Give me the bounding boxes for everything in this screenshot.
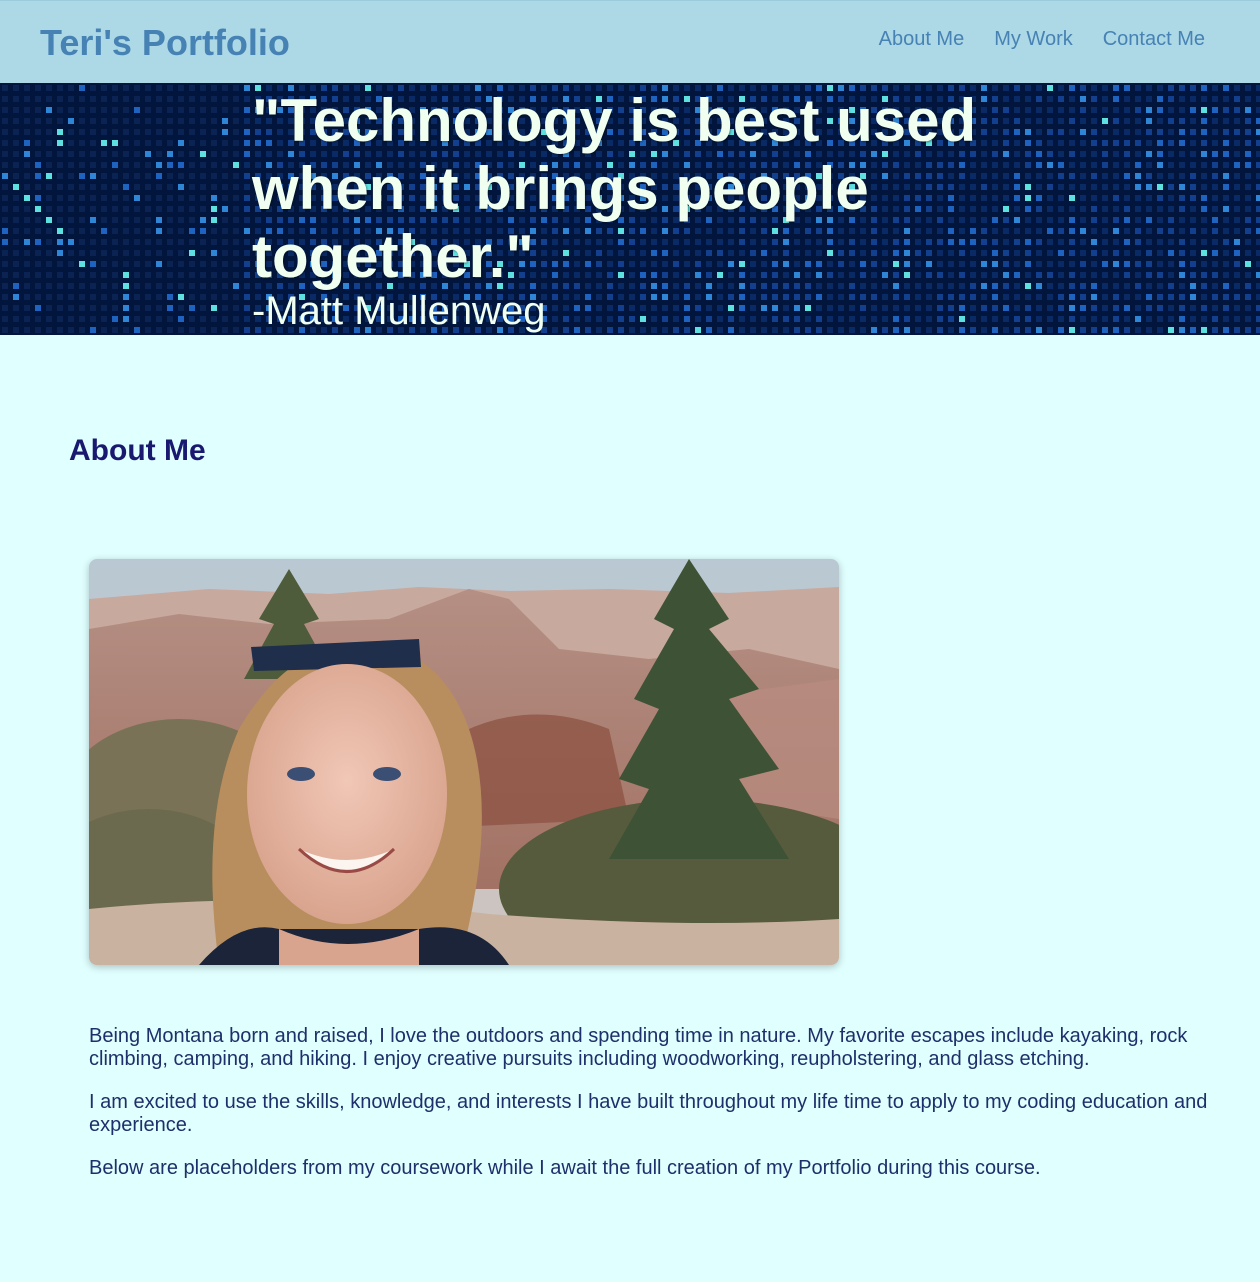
profile-photo	[89, 559, 839, 965]
bio-paragraph: Below are placeholders from my coursewor…	[89, 1157, 1041, 1179]
site-title[interactable]: Teri's Portfolio	[40, 22, 290, 64]
nav-link-about-me[interactable]: About Me	[879, 28, 965, 51]
site-header: Teri's Portfolio About Me My Work Contac…	[0, 0, 1260, 83]
hero-banner: "Technology is best used when it brings …	[0, 83, 1260, 335]
profile-photo-image	[89, 559, 839, 965]
hero-quote-author: -Matt Mullenweg	[252, 289, 546, 333]
main-nav: About Me My Work Contact Me	[879, 28, 1205, 51]
bio-paragraph: Being Montana born and raised, I love th…	[89, 1025, 1188, 1070]
hero-quote: "Technology is best used when it brings …	[252, 87, 977, 290]
nav-link-my-work[interactable]: My Work	[994, 28, 1073, 51]
about-me-bio: Being Montana born and raised, I love th…	[89, 1025, 1219, 1200]
bio-paragraph: I am excited to use the skills, knowledg…	[89, 1091, 1208, 1136]
nav-link-contact-me[interactable]: Contact Me	[1103, 28, 1205, 51]
about-me-heading: About Me	[69, 434, 206, 467]
